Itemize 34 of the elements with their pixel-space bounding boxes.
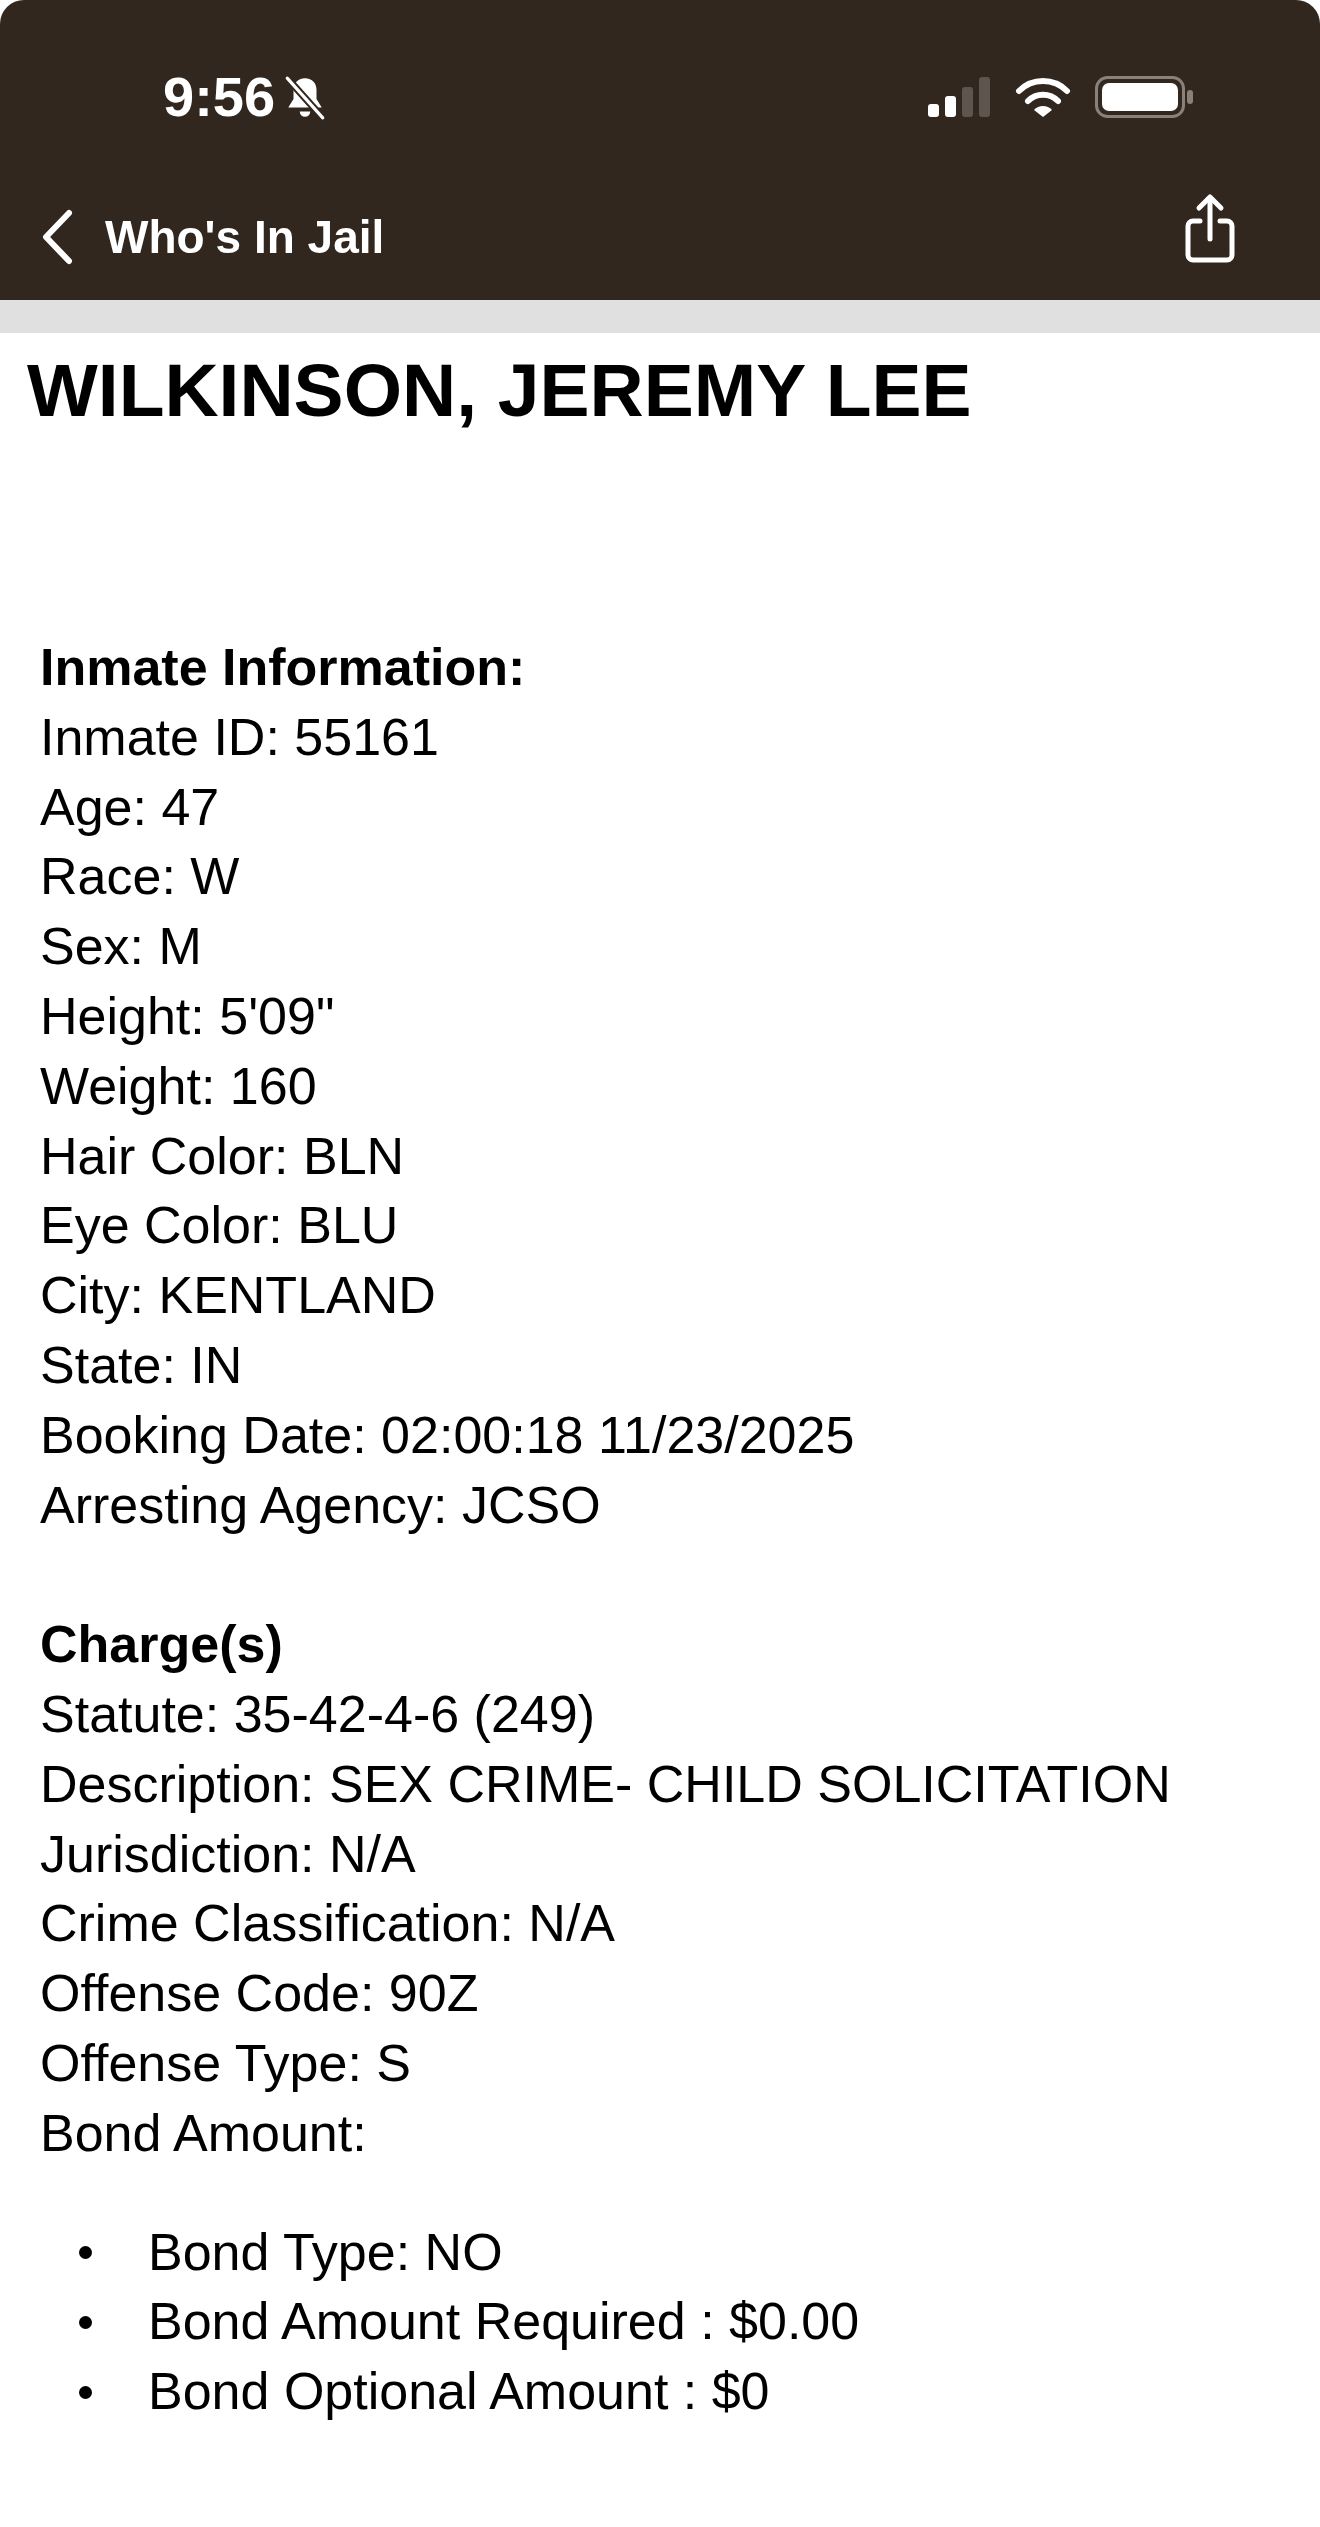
- detail-text: Height: 5'09": [40, 986, 335, 1047]
- detail-text: Age: 47: [40, 776, 220, 838]
- bullet-icon: [79, 2385, 92, 2399]
- detail-text: Arresting Agency: JCSO: [40, 1474, 601, 1536]
- detail-text: Booking Date: 02:00:18 11/23/2025: [40, 1404, 855, 1466]
- section-heading: Inmate Information:: [40, 637, 526, 698]
- detail-text: Description: SEX CRIME- CHILD SOLICITATION: [40, 1753, 1171, 1815]
- bond-detail-text: Bond Amount Required : $0.00: [148, 2291, 860, 2353]
- inmate-name-heading: WILKINSON, JEREMY LEE: [27, 347, 972, 434]
- bullet-icon: [79, 2315, 92, 2329]
- signal-icon: [928, 77, 991, 117]
- detail-text: Offense Type: S: [40, 2032, 411, 2094]
- detail-text: Bond Amount:: [40, 2102, 367, 2164]
- bullet-icon: [79, 2245, 92, 2259]
- detail-text: Sex: M: [40, 916, 202, 978]
- status-time: 9:56: [163, 69, 276, 125]
- detail-text: Crime Classification: N/A: [40, 1893, 616, 1955]
- chevron-left-icon: [40, 209, 74, 265]
- bond-detail-text: Bond Optional Amount : $0: [148, 2361, 770, 2423]
- detail-text: State: IN: [40, 1334, 243, 1396]
- section-heading: Charge(s): [40, 1614, 283, 1676]
- bond-detail-text: Bond Type: NO: [148, 2221, 503, 2283]
- detail-text: Jurisdiction: N/A: [40, 1823, 416, 1885]
- back-button[interactable]: Who's In Jail: [40, 209, 385, 265]
- battery-icon: [1095, 76, 1195, 118]
- detail-text: Race: W: [40, 846, 240, 908]
- detail-text: Weight: 160: [40, 1055, 317, 1117]
- detail-text: Statute: 35-42-4-6 (249): [40, 1683, 595, 1745]
- detail-text: City: KENTLAND: [40, 1265, 436, 1327]
- detail-text: Eye Color: BLU: [40, 1195, 399, 1257]
- detail-text: Offense Code: 90Z: [40, 1963, 479, 2025]
- detail-text: Inmate ID: 55161: [40, 706, 439, 768]
- wifi-icon: [1015, 77, 1071, 117]
- detail-text: Hair Color: BLN: [40, 1125, 405, 1187]
